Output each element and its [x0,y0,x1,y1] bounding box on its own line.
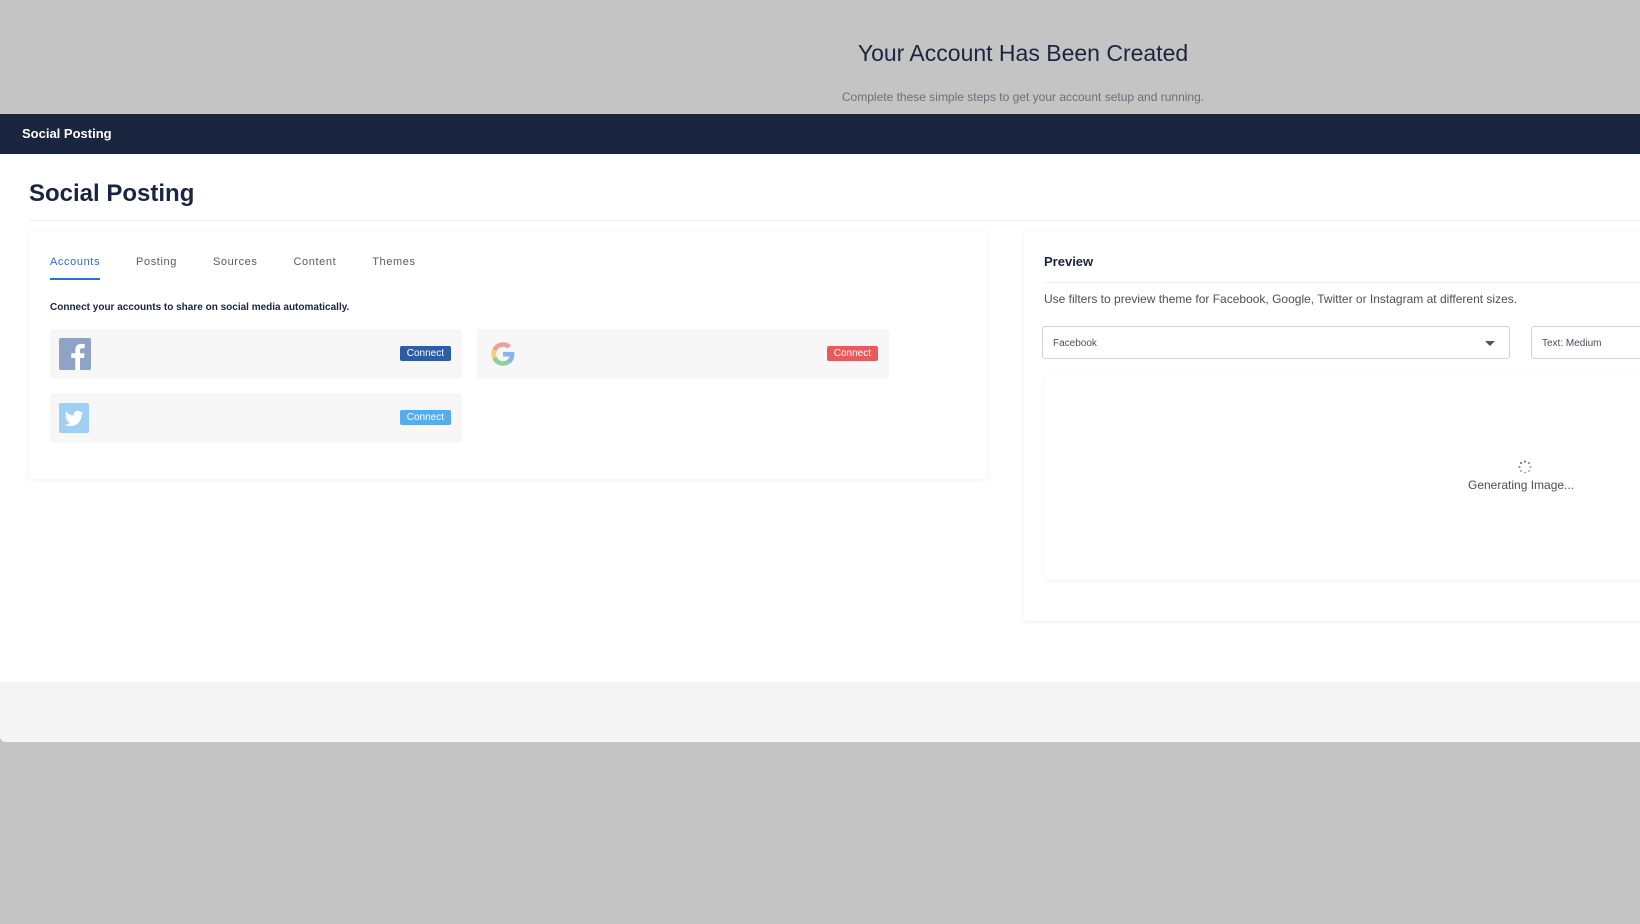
accounts-card: Accounts Posting Sources Content Themes … [29,232,987,479]
spinner-icon [1518,460,1532,474]
generating-status: Generating Image... [1468,478,1575,492]
tab-posting[interactable]: Posting [136,256,177,280]
google-icon [491,342,515,366]
divider [1044,282,1640,283]
tab-themes[interactable]: Themes [372,256,415,280]
setup-modal: Social Posting Social Posting Accounts P… [0,114,1640,742]
platform-select-value: Facebook [1053,338,1097,349]
facebook-connect-button[interactable]: Connect [399,346,451,361]
twitter-connect-button[interactable]: Connect [399,410,451,425]
tab-sources[interactable]: Sources [213,256,258,280]
topbar-title: Social Posting [22,126,112,141]
tab-accounts[interactable]: Accounts [50,256,101,280]
text-size-select-value: Text: Medium [1542,338,1602,349]
tab-bar: Accounts Posting Sources Content Themes [50,256,452,280]
page-title: Social Posting [29,180,195,207]
tab-content[interactable]: Content [294,256,337,280]
divider [29,220,1640,221]
modal-footer [0,682,1640,742]
twitter-icon [59,403,89,433]
chevron-down-icon [1485,341,1495,346]
facebook-icon [59,338,91,370]
header-subtitle: Complete these simple steps to get your … [841,90,1205,104]
accounts-instruction: Connect your accounts to share on social… [50,302,350,313]
account-facebook: Connect [50,329,462,379]
account-twitter: Connect [50,393,462,443]
topbar: Social Posting [0,114,1640,154]
google-connect-button[interactable]: Connect [826,346,878,361]
preview-description: Use filters to preview theme for Faceboo… [1044,292,1518,306]
platform-select[interactable]: Facebook [1042,326,1510,359]
preview-title: Preview [1044,254,1094,269]
header-title: Your Account Has Been Created [857,40,1189,66]
text-size-select[interactable]: Text: Medium [1531,326,1640,359]
preview-card: Preview Use filters to preview theme for… [1024,232,1640,621]
preview-image-area: Generating Image... [1044,374,1640,580]
account-google: Connect [477,329,889,379]
